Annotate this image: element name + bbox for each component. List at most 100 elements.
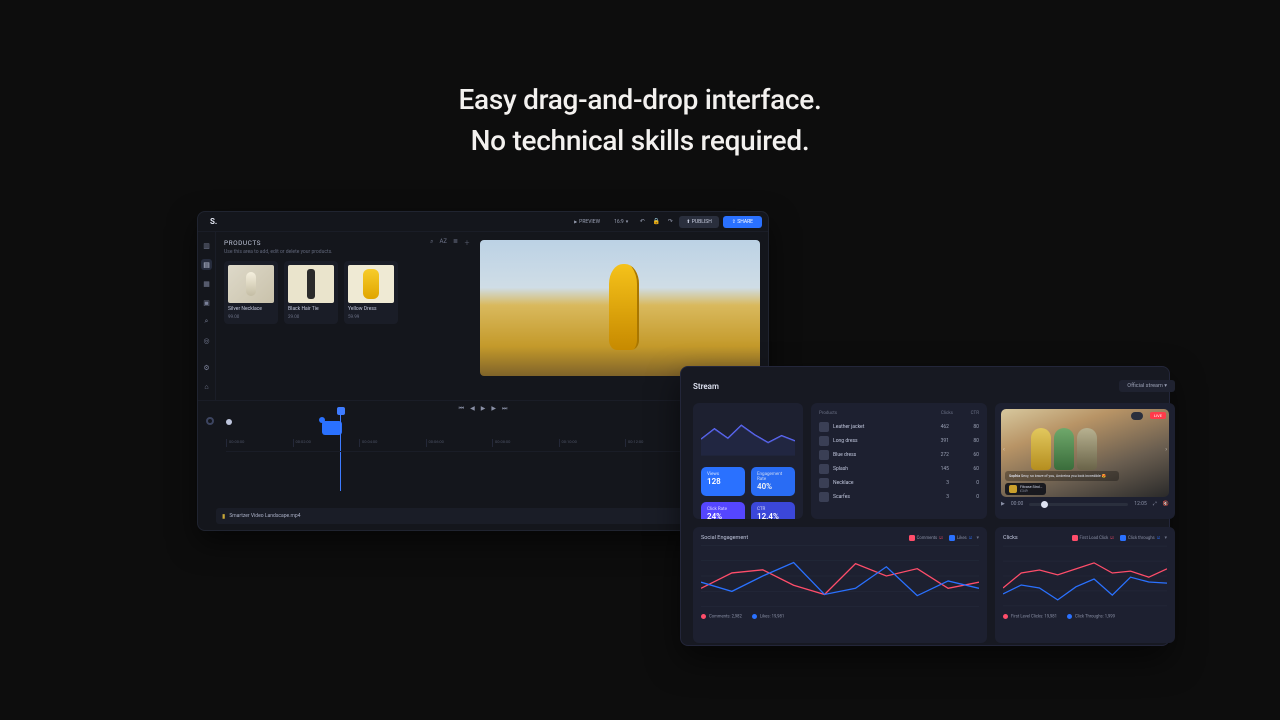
stat-click-rate: Click Rate 24%	[701, 502, 745, 519]
table-row[interactable]: Long dress39180	[819, 434, 979, 448]
stream-figures	[1031, 428, 1097, 470]
stat-views: Views 128	[701, 467, 745, 496]
time-ruler: 00:00:0000:02:0000:04:0000:06:0000:08:00…	[226, 439, 758, 447]
play-icon[interactable]: ▶	[481, 405, 486, 413]
media-file-name: Smartzer Video Landscape.mp4	[229, 513, 300, 519]
product-thumb	[288, 265, 334, 303]
col-clicks: Clicks	[927, 411, 953, 416]
library-icon[interactable]: ▣	[201, 297, 212, 308]
metrics-icon[interactable]: ▦	[201, 278, 212, 289]
scrubber[interactable]	[1029, 503, 1128, 506]
col-ctr: CTR	[953, 411, 979, 416]
timeline-track[interactable]	[226, 451, 758, 503]
panel-sort[interactable]: AZ	[439, 238, 447, 247]
expand-icon[interactable]: ⤢	[1153, 501, 1157, 507]
step-fwd-icon[interactable]: ▶	[491, 405, 496, 413]
product-mini-thumb	[1009, 485, 1017, 493]
publish-button[interactable]: PUBLISH	[679, 216, 719, 228]
stat-value: 40%	[757, 482, 789, 491]
aspect-ratio-select[interactable]: 16:9	[609, 217, 633, 227]
panel-search-icon[interactable]: ⌕	[430, 238, 433, 247]
analytics-dashboard: Stream Official stream Views 128 Engagem…	[680, 366, 1170, 646]
table-row[interactable]: Necklace30	[819, 476, 979, 490]
prev-frame-icon[interactable]: ⏮	[459, 405, 464, 413]
headline-line-1: Easy drag-and-drop interface.	[0, 80, 1280, 121]
preview-button[interactable]: PREVIEW	[569, 217, 605, 227]
editor-sidebar: ▥ ▤ ▦ ▣ ⌕ ◎ ⚙ ⌂	[198, 232, 216, 400]
lock-icon[interactable]: 🔒	[651, 217, 661, 227]
product-card[interactable]: Yellow Dress 59.99	[344, 261, 398, 324]
media-strip[interactable]: ▮ Smartzer Video Landscape.mp4	[216, 508, 758, 524]
search-icon[interactable]: ⌕	[201, 316, 212, 327]
panel-add-icon[interactable]: ＋	[464, 238, 470, 247]
row-thumb	[819, 450, 829, 460]
featured-product-pill[interactable]: Fitcase Strol… £349	[1005, 483, 1046, 495]
legend-item[interactable]: Likes☑	[949, 535, 973, 541]
row-ctr: 0	[953, 494, 979, 500]
time-tick: 00:08:00	[492, 439, 559, 447]
table-row[interactable]: Splash14560	[819, 462, 979, 476]
product-name: Silver Necklace	[228, 306, 274, 312]
row-thumb	[819, 478, 829, 488]
step-back-icon[interactable]: ◀	[470, 405, 475, 413]
row-clicks: 3	[923, 494, 949, 500]
chat-message: Sophia Sexy, so brave of you, Andreina y…	[1005, 471, 1119, 481]
volume-icon[interactable]: 🔇	[1163, 501, 1169, 507]
time-tick: 00:10:00	[559, 439, 626, 447]
chart-title: Clicks	[1003, 535, 1018, 541]
play-pause-icon[interactable]: ▶	[1001, 501, 1005, 507]
zoom-knob[interactable]	[206, 417, 214, 425]
stat-value: 24%	[707, 512, 739, 519]
dashboard-header: Stream Official stream	[693, 377, 1175, 395]
row-thumb	[819, 422, 829, 432]
chart-footer-b: Likes: 19,981	[752, 614, 784, 620]
layers-icon[interactable]: ▥	[201, 240, 212, 251]
clicks-svg	[1003, 545, 1167, 607]
stream-select[interactable]: Official stream	[1119, 380, 1175, 392]
legend-item[interactable]: First Load Click☑	[1072, 535, 1115, 541]
player-total: 12:05	[1134, 501, 1146, 507]
product-card[interactable]: Silver Necklace 99.00	[224, 261, 278, 324]
marker-dot[interactable]	[226, 419, 232, 425]
stat-value: 12.4%	[757, 512, 789, 519]
row-clicks: 3	[923, 480, 949, 486]
video-file-icon: ▮	[222, 513, 225, 520]
share-button[interactable]: SHARE	[723, 216, 762, 228]
dashboard-title: Stream	[693, 382, 719, 391]
settings-icon[interactable]: ⚙	[201, 362, 212, 373]
row-clicks: 391	[923, 438, 949, 444]
table-row[interactable]: Blue dress27260	[819, 448, 979, 462]
row-name: Splash	[833, 466, 919, 472]
stat-label: Engagement Rate	[757, 472, 789, 482]
product-clip[interactable]	[322, 421, 342, 435]
legend-item[interactable]: Comments☑	[909, 535, 943, 541]
live-video[interactable]: ‹ › LIVE Sophia Sexy, so brave of you, A…	[1001, 409, 1169, 497]
chevron-left-icon[interactable]: ‹	[1003, 446, 1005, 453]
panel-filter-icon[interactable]: ≣	[453, 238, 458, 247]
row-ctr: 80	[953, 438, 979, 444]
table-row[interactable]: Scarfes30	[819, 490, 979, 504]
products-icon[interactable]: ▤	[201, 259, 212, 270]
engagement-chart: Social Engagement Comments☑ Likes☑ Comme…	[693, 527, 987, 643]
stat-ctr: CTR 12.4%	[751, 502, 795, 519]
col-products: Products	[819, 411, 927, 416]
marketing-headline: Easy drag-and-drop interface. No technic…	[0, 80, 1280, 161]
text-icon[interactable]: ◎	[201, 335, 212, 346]
stat-value: 128	[707, 477, 739, 486]
next-frame-icon[interactable]: ⏭	[502, 405, 507, 413]
video-preview[interactable]	[480, 240, 760, 376]
table-row[interactable]: Leather jacket46280	[819, 420, 979, 434]
legend-item[interactable]: Click throughs☑	[1120, 535, 1160, 541]
chat-text: Sexy, so brave of you, Andreina you look…	[1021, 474, 1106, 478]
mute-icon[interactable]	[1131, 412, 1143, 420]
chevron-right-icon[interactable]: ›	[1165, 446, 1167, 453]
products-table: Products Clicks CTR Leather jacket46280L…	[811, 403, 987, 519]
redo-icon[interactable]: ↷	[665, 217, 675, 227]
undo-icon[interactable]: ↶	[637, 217, 647, 227]
product-price: 99.00	[228, 315, 274, 320]
time-tick: 00:02:00	[293, 439, 360, 447]
panel-toolbar: ⌕ AZ ≣ ＋	[430, 238, 470, 247]
product-card[interactable]: Black Hair Tie 29.00	[284, 261, 338, 324]
home-icon[interactable]: ⌂	[201, 381, 212, 392]
product-thumb	[348, 265, 394, 303]
